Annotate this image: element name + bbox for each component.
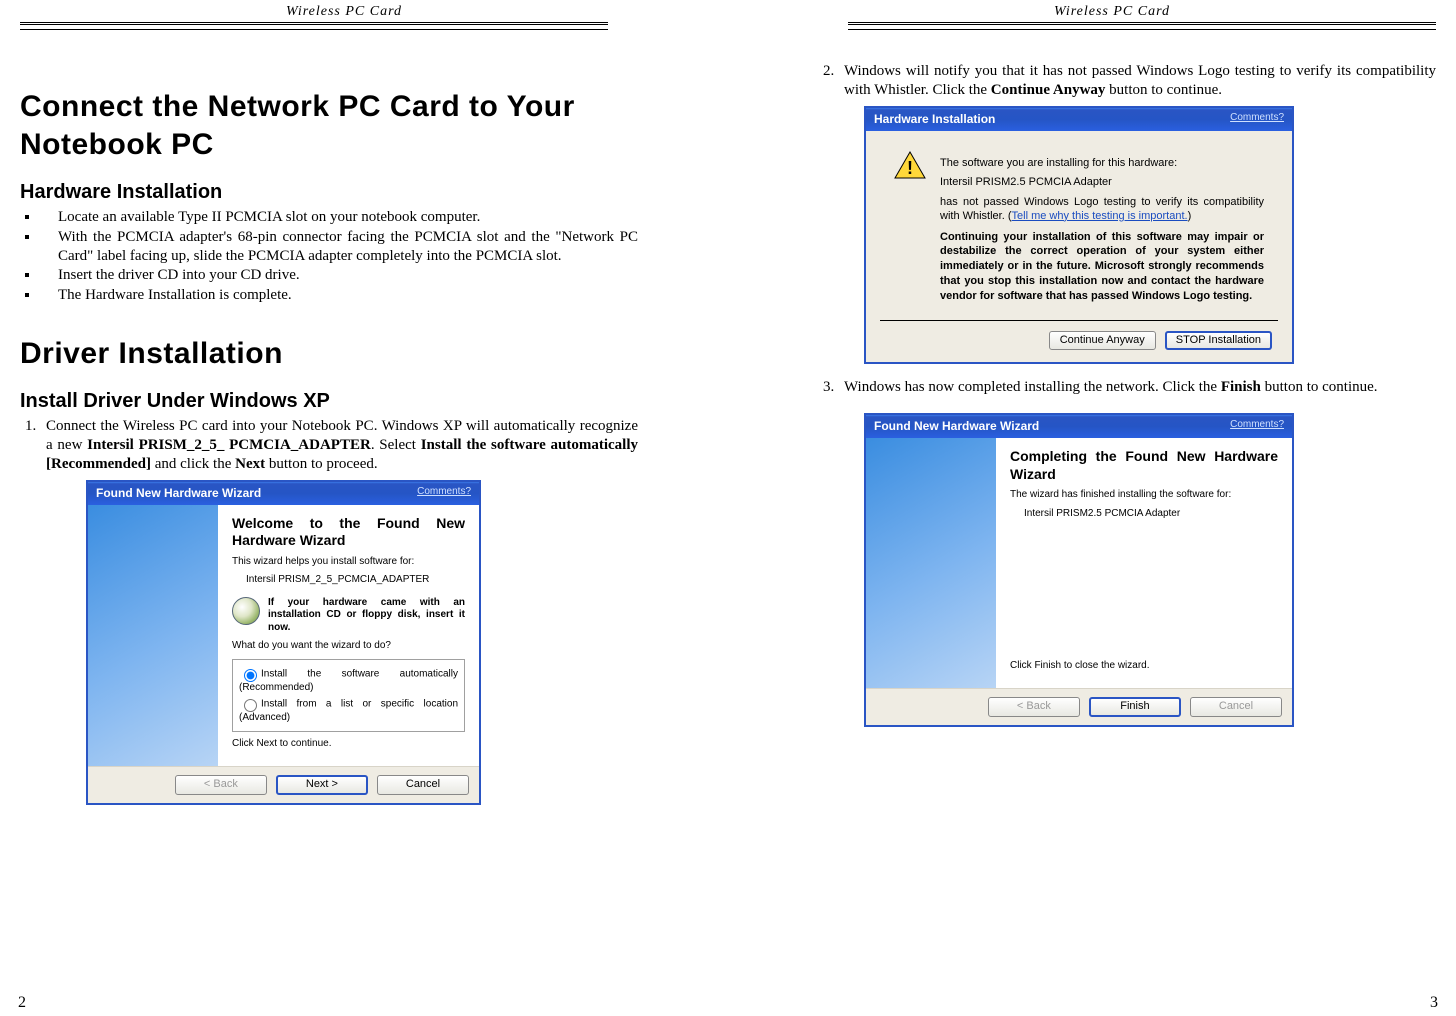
cancel-button[interactable]: Cancel — [377, 775, 469, 795]
comments-link[interactable]: Comments? — [1230, 419, 1284, 434]
radio-input[interactable] — [244, 669, 257, 682]
subheading-hardware-install: Hardware Installation — [20, 181, 638, 204]
driver-steps-list: Connect the Wireless PC card into your N… — [20, 417, 638, 805]
list-item: The Hardware Installation is complete. — [40, 286, 638, 305]
found-new-hardware-dialog: Found New Hardware Wizard Comments? Welc… — [86, 480, 481, 805]
hardware-install-list: Locate an available Type II PCMCIA slot … — [20, 208, 638, 305]
cd-hint-row: If your hardware came with an installati… — [232, 597, 465, 635]
page-left: Wireless PC Card Connect the Network PC … — [0, 0, 728, 1016]
list-item: With the PCMCIA adapter's 68-pin connect… — [40, 228, 638, 266]
svg-text:!: ! — [907, 158, 913, 178]
step-3: Windows has now completed installing the… — [838, 378, 1436, 727]
dialog-body: ! The software you are installing for th… — [866, 131, 1292, 363]
dialog-divider — [880, 320, 1278, 321]
back-button: < Back — [175, 775, 267, 795]
dialog-title: Hardware Installation — [874, 112, 995, 127]
click-next-hint: Click Next to continue. — [232, 738, 465, 751]
wizard-heading: Welcome to the Found New Hardware Wizard — [232, 515, 465, 550]
wizard-subtext: This wizard helps you install software f… — [232, 556, 465, 569]
step-bold: Intersil PRISM_2_5_ PCMCIA_ADAPTER — [87, 437, 371, 453]
tell-me-why-link[interactable]: Tell me why this testing is important. — [1012, 210, 1188, 222]
wizard-sidebar-graphic — [866, 438, 996, 688]
hw-text: ) — [1188, 210, 1192, 222]
wizard-subtext: The wizard has finished installing the s… — [1010, 489, 1278, 502]
dialog-body: Completing the Found New Hardware Wizard… — [866, 438, 1292, 688]
hw-logo-line: has not passed Windows Logo testing to v… — [940, 196, 1264, 224]
back-button: < Back — [988, 697, 1080, 717]
hw-line: The software you are installing for this… — [940, 157, 1264, 171]
device-name: Intersil PRISM2.5 PCMCIA Adapter — [1024, 508, 1278, 521]
document-spread: Wireless PC Card Connect the Network PC … — [0, 0, 1456, 1016]
hardware-installation-dialog: Hardware Installation Comments? ! The so… — [864, 106, 1294, 365]
continue-anyway-button[interactable]: Continue Anyway — [1049, 331, 1156, 351]
section-heading-driver: Driver Installation — [20, 335, 638, 373]
dialog-body: Welcome to the Found New Hardware Wizard… — [88, 505, 479, 767]
step-text: Windows has now completed installing the… — [844, 379, 1221, 395]
step-text: button to continue. — [1105, 82, 1222, 98]
wizard-sidebar-graphic — [88, 505, 218, 767]
cancel-button: Cancel — [1190, 697, 1282, 717]
cd-hint-text: If your hardware came with an installati… — [268, 597, 465, 635]
step-2: Windows will notify you that it has not … — [838, 62, 1436, 364]
step-text: button to proceed. — [265, 456, 377, 472]
comments-link[interactable]: Comments? — [1230, 112, 1284, 127]
dialog-button-row: < Back Finish Cancel — [866, 688, 1292, 725]
stop-installation-button[interactable]: STOP Installation — [1165, 331, 1272, 351]
subheading-install-xp: Install Driver Under Windows XP — [20, 390, 638, 413]
radio-auto[interactable]: Install the software automatically (Reco… — [239, 666, 458, 695]
page-number: 2 — [18, 994, 26, 1012]
hw-warning-bold: Continuing your installation of this sof… — [940, 230, 1264, 304]
step-text: and click the — [151, 456, 235, 472]
device-name: Intersil PRISM_2_5_PCMCIA_ADAPTER — [246, 574, 465, 587]
dialog-title: Found New Hardware Wizard — [96, 486, 261, 501]
page-number: 3 — [1430, 994, 1438, 1012]
step-bold: Finish — [1221, 379, 1261, 395]
warning-icon: ! — [894, 151, 926, 179]
comments-link[interactable]: Comments? — [417, 486, 471, 501]
cd-icon — [232, 597, 260, 625]
finish-button[interactable]: Finish — [1089, 697, 1181, 717]
dialog-titlebar: Found New Hardware Wizard Comments? — [88, 482, 479, 505]
section-heading-connect: Connect the Network PC Card to Your Note… — [20, 88, 638, 163]
radio-input[interactable] — [244, 699, 257, 712]
step-bold: Next — [235, 456, 265, 472]
radio-specific[interactable]: Install from a list or specific location… — [239, 696, 458, 725]
next-button[interactable]: Next > — [276, 775, 368, 795]
dialog-titlebar: Hardware Installation Comments? — [866, 108, 1292, 131]
page-right: Wireless PC Card Windows will notify you… — [728, 0, 1456, 1016]
driver-steps-continued: Windows will notify you that it has not … — [818, 62, 1436, 727]
completing-wizard-dialog: Found New Hardware Wizard Comments? Comp… — [864, 413, 1294, 727]
step-text: . Select — [371, 437, 421, 453]
dialog-button-row: < Back Next > Cancel — [88, 766, 479, 803]
header-rule — [20, 22, 608, 30]
step-1: Connect the Wireless PC card into your N… — [40, 417, 638, 805]
warning-text: The software you are installing for this… — [940, 151, 1264, 304]
list-item: Locate an available Type II PCMCIA slot … — [40, 208, 638, 227]
radio-label: Install the software automatically (Reco… — [239, 668, 458, 692]
dialog-titlebar: Found New Hardware Wizard Comments? — [866, 415, 1292, 438]
running-header-right: Wireless PC Card — [788, 0, 1436, 20]
wizard-main: Welcome to the Found New Hardware Wizard… — [218, 505, 479, 767]
radio-label: Install from a list or specific location… — [239, 699, 458, 723]
step-text: button to continue. — [1261, 379, 1378, 395]
page-body-left: Connect the Network PC Card to Your Note… — [20, 38, 668, 805]
wizard-prompt: What do you want the wizard to do? — [232, 640, 465, 653]
hw-device: Intersil PRISM2.5 PCMCIA Adapter — [940, 176, 1264, 190]
list-item: Insert the driver CD into your CD drive. — [40, 266, 638, 285]
header-rule — [848, 22, 1436, 30]
page-body-right: Windows will notify you that it has not … — [788, 38, 1436, 727]
wizard-options: Install the software automatically (Reco… — [232, 659, 465, 732]
wizard-heading: Completing the Found New Hardware Wizard — [1010, 448, 1278, 483]
step-bold: Continue Anyway — [991, 82, 1106, 98]
running-header-left: Wireless PC Card — [20, 0, 668, 20]
dialog-title: Found New Hardware Wizard — [874, 419, 1039, 434]
dialog-button-row: Continue Anyway STOP Installation — [880, 327, 1278, 353]
close-hint: Click Finish to close the wizard. — [1010, 660, 1150, 673]
warning-row: ! The software you are installing for th… — [880, 141, 1278, 314]
wizard-main: Completing the Found New Hardware Wizard… — [996, 438, 1292, 688]
